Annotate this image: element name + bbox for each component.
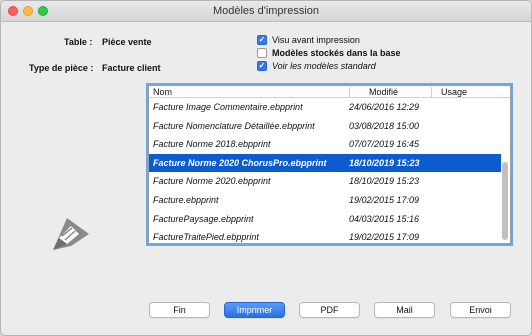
piece-type-label: Type de pièce : — [29, 63, 94, 73]
column-divider — [349, 87, 350, 97]
list-row-selected[interactable]: Facture Norme 2020 ChorusPro.ebpprint 18/… — [149, 153, 501, 173]
row-modified: 18/10/2019 15:23 — [349, 157, 420, 168]
checkbox-unchecked-icon[interactable] — [257, 48, 267, 58]
templates-list[interactable]: Nom Modifié Usage Facture Image Commenta… — [148, 85, 511, 244]
table-label: Table : — [64, 37, 93, 47]
stored-models-checkbox-label: Modèles stockés dans la base — [272, 48, 401, 58]
row-modified: 04/03/2015 15:16 — [349, 213, 420, 224]
pdf-button[interactable]: PDF — [299, 302, 360, 318]
row-name: Facture Norme 2018.ebpprint — [153, 139, 271, 150]
row-name: Facture Nomenclature Détaillée.ebpprint — [153, 120, 315, 131]
title-bar: Modèles d'impression — [1, 1, 531, 22]
list-row[interactable]: FactureTraitePied.ebpprint 19/02/2015 17:… — [149, 228, 501, 247]
preview-checkbox[interactable]: ✓ Visu avant impression — [257, 34, 360, 46]
list-scrollbar[interactable] — [502, 162, 508, 240]
column-header-name[interactable]: Nom — [153, 87, 172, 97]
preview-checkbox-label: Visu avant impression — [272, 35, 360, 45]
list-header: Nom Modifié Usage — [149, 86, 510, 98]
row-modified: 19/02/2015 17:09 — [349, 232, 420, 243]
row-name: FactureTraitePied.ebpprint — [153, 232, 259, 243]
row-modified: 24/06/2016 12:29 — [349, 102, 420, 112]
envoi-button[interactable]: Envoi — [450, 302, 511, 318]
list-row[interactable]: Facture Norme 2018.ebpprint 07/07/2019 16… — [149, 135, 501, 154]
list-row[interactable]: Facture Norme 2020.ebpprint 18/10/2019 15… — [149, 172, 501, 191]
list-row[interactable]: Facture.ebpprint 19/02/2015 17:09 — [149, 191, 501, 210]
checkbox-checked-icon[interactable]: ✓ — [257, 35, 267, 45]
list-row[interactable]: Facture Image Commentaire.ebpprint 24/06/… — [149, 98, 501, 117]
fin-button[interactable]: Fin — [149, 302, 210, 318]
piece-type-value: Facture client — [102, 63, 161, 73]
mail-button[interactable]: Mail — [374, 302, 435, 318]
row-name: FacturePaysage.ebpprint — [153, 213, 254, 224]
row-modified: 19/02/2015 17:09 — [349, 194, 420, 205]
checkbox-checked-icon[interactable]: ✓ — [257, 61, 267, 71]
table-value: Pièce vente — [102, 37, 152, 47]
row-modified: 07/07/2019 16:45 — [349, 139, 420, 150]
row-name: Facture Norme 2020.ebpprint — [153, 176, 271, 187]
row-name: Facture Image Commentaire.ebpprint — [153, 102, 303, 112]
column-header-modified[interactable]: Modifié — [369, 87, 398, 97]
list-row[interactable]: FacturePaysage.ebpprint 04/03/2015 15:16 — [149, 210, 501, 229]
window-title: Modèles d'impression — [212, 5, 320, 17]
standard-models-checkbox-label: Voir les modèles standard — [272, 61, 376, 71]
standard-models-checkbox[interactable]: ✓ Voir les modèles standard — [257, 60, 376, 72]
list-row[interactable]: Facture Nomenclature Détaillée.ebpprint 0… — [149, 117, 501, 136]
row-name: Facture Norme 2020 ChorusPro.ebpprint — [153, 157, 327, 168]
column-header-usage[interactable]: Usage — [441, 87, 467, 97]
row-modified: 03/08/2018 15:00 — [349, 120, 420, 131]
row-modified: 18/10/2019 15:23 — [349, 176, 420, 187]
column-divider — [431, 87, 432, 97]
imprimer-button[interactable]: Imprimer — [224, 302, 285, 318]
row-name: Facture.ebpprint — [153, 194, 219, 205]
stored-models-checkbox[interactable]: Modèles stockés dans la base — [257, 47, 401, 59]
list-rows: Facture Image Commentaire.ebpprint 24/06/… — [149, 98, 501, 247]
print-templates-window: Modèles d'impression Table : Pièce vente… — [0, 0, 532, 336]
print-document-icon — [53, 218, 89, 250]
